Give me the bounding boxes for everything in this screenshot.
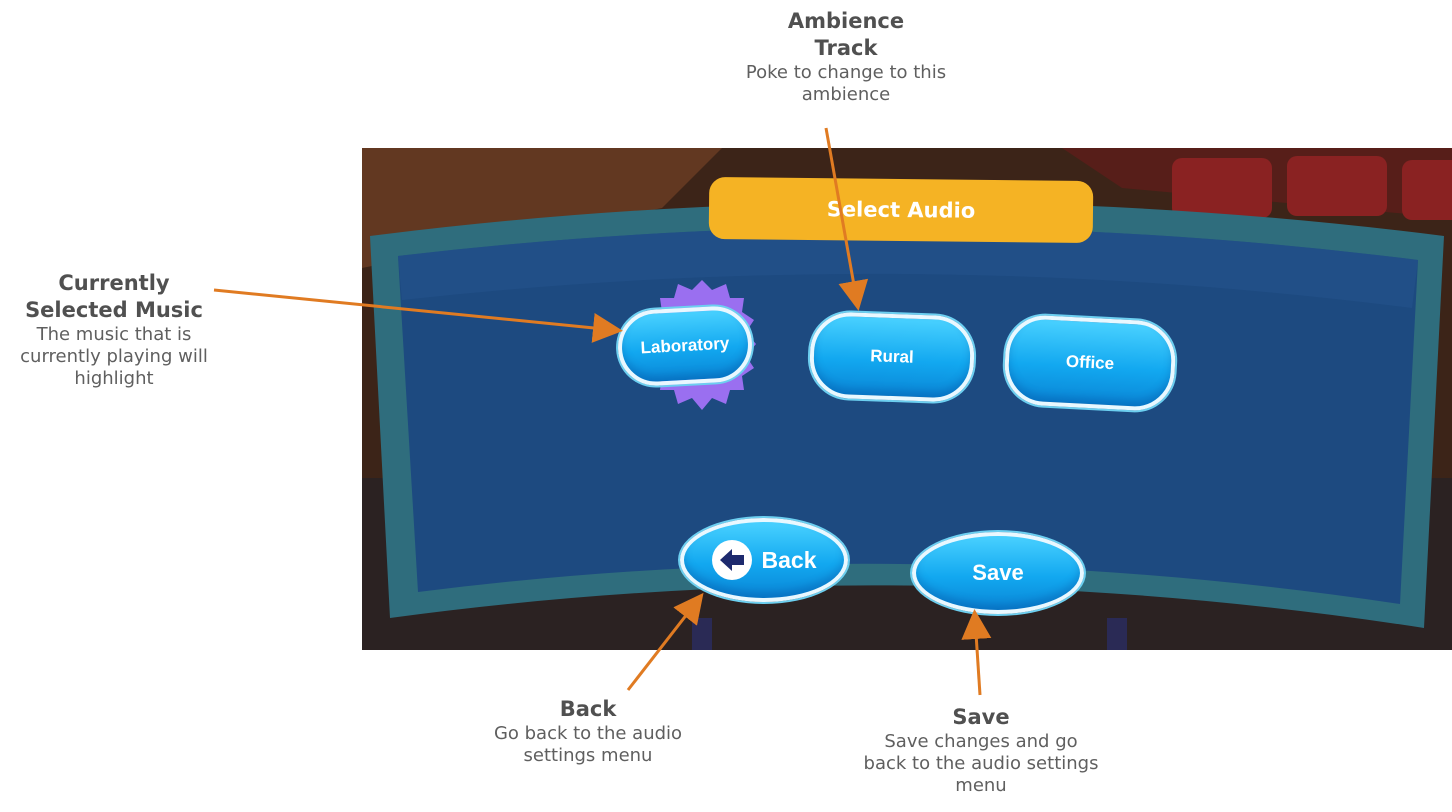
selected-annotation-title: Currently Selected Music bbox=[25, 271, 203, 322]
save-annotation-desc: Save changes and go back to the audio se… bbox=[863, 731, 1099, 796]
back-button[interactable]: Back bbox=[680, 518, 848, 602]
track-button-office[interactable]: Office bbox=[1002, 313, 1178, 413]
track-button-rural[interactable]: Rural bbox=[808, 311, 976, 403]
save-annotation-title: Save bbox=[952, 705, 1010, 729]
back-annotation-title: Back bbox=[559, 697, 617, 721]
left-arrow-icon bbox=[711, 540, 752, 580]
vr-scene: Select Audio Laboratory Rural Office Bac… bbox=[362, 148, 1452, 650]
selected-annotation-desc: The music that is currently playing will… bbox=[20, 324, 208, 389]
ambience-annotation-desc: Poke to change to this ambience bbox=[745, 62, 947, 105]
save-annotation: Save Save changes and go back to the aud… bbox=[836, 704, 1126, 797]
back-button-label: Back bbox=[761, 546, 817, 573]
selected-annotation: Currently Selected Music The music that … bbox=[4, 270, 224, 390]
select-audio-title: Select Audio bbox=[708, 176, 1094, 244]
back-annotation-desc: Go back to the audio settings menu bbox=[493, 723, 683, 766]
save-button[interactable]: Save bbox=[912, 532, 1084, 614]
track-button-laboratory[interactable]: Laboratory bbox=[616, 304, 754, 388]
ambience-annotation-title: Ambience Track bbox=[787, 9, 905, 60]
ambience-annotation: Ambience Track Poke to change to this am… bbox=[728, 8, 964, 106]
back-annotation: Back Go back to the audio settings menu bbox=[454, 696, 722, 767]
